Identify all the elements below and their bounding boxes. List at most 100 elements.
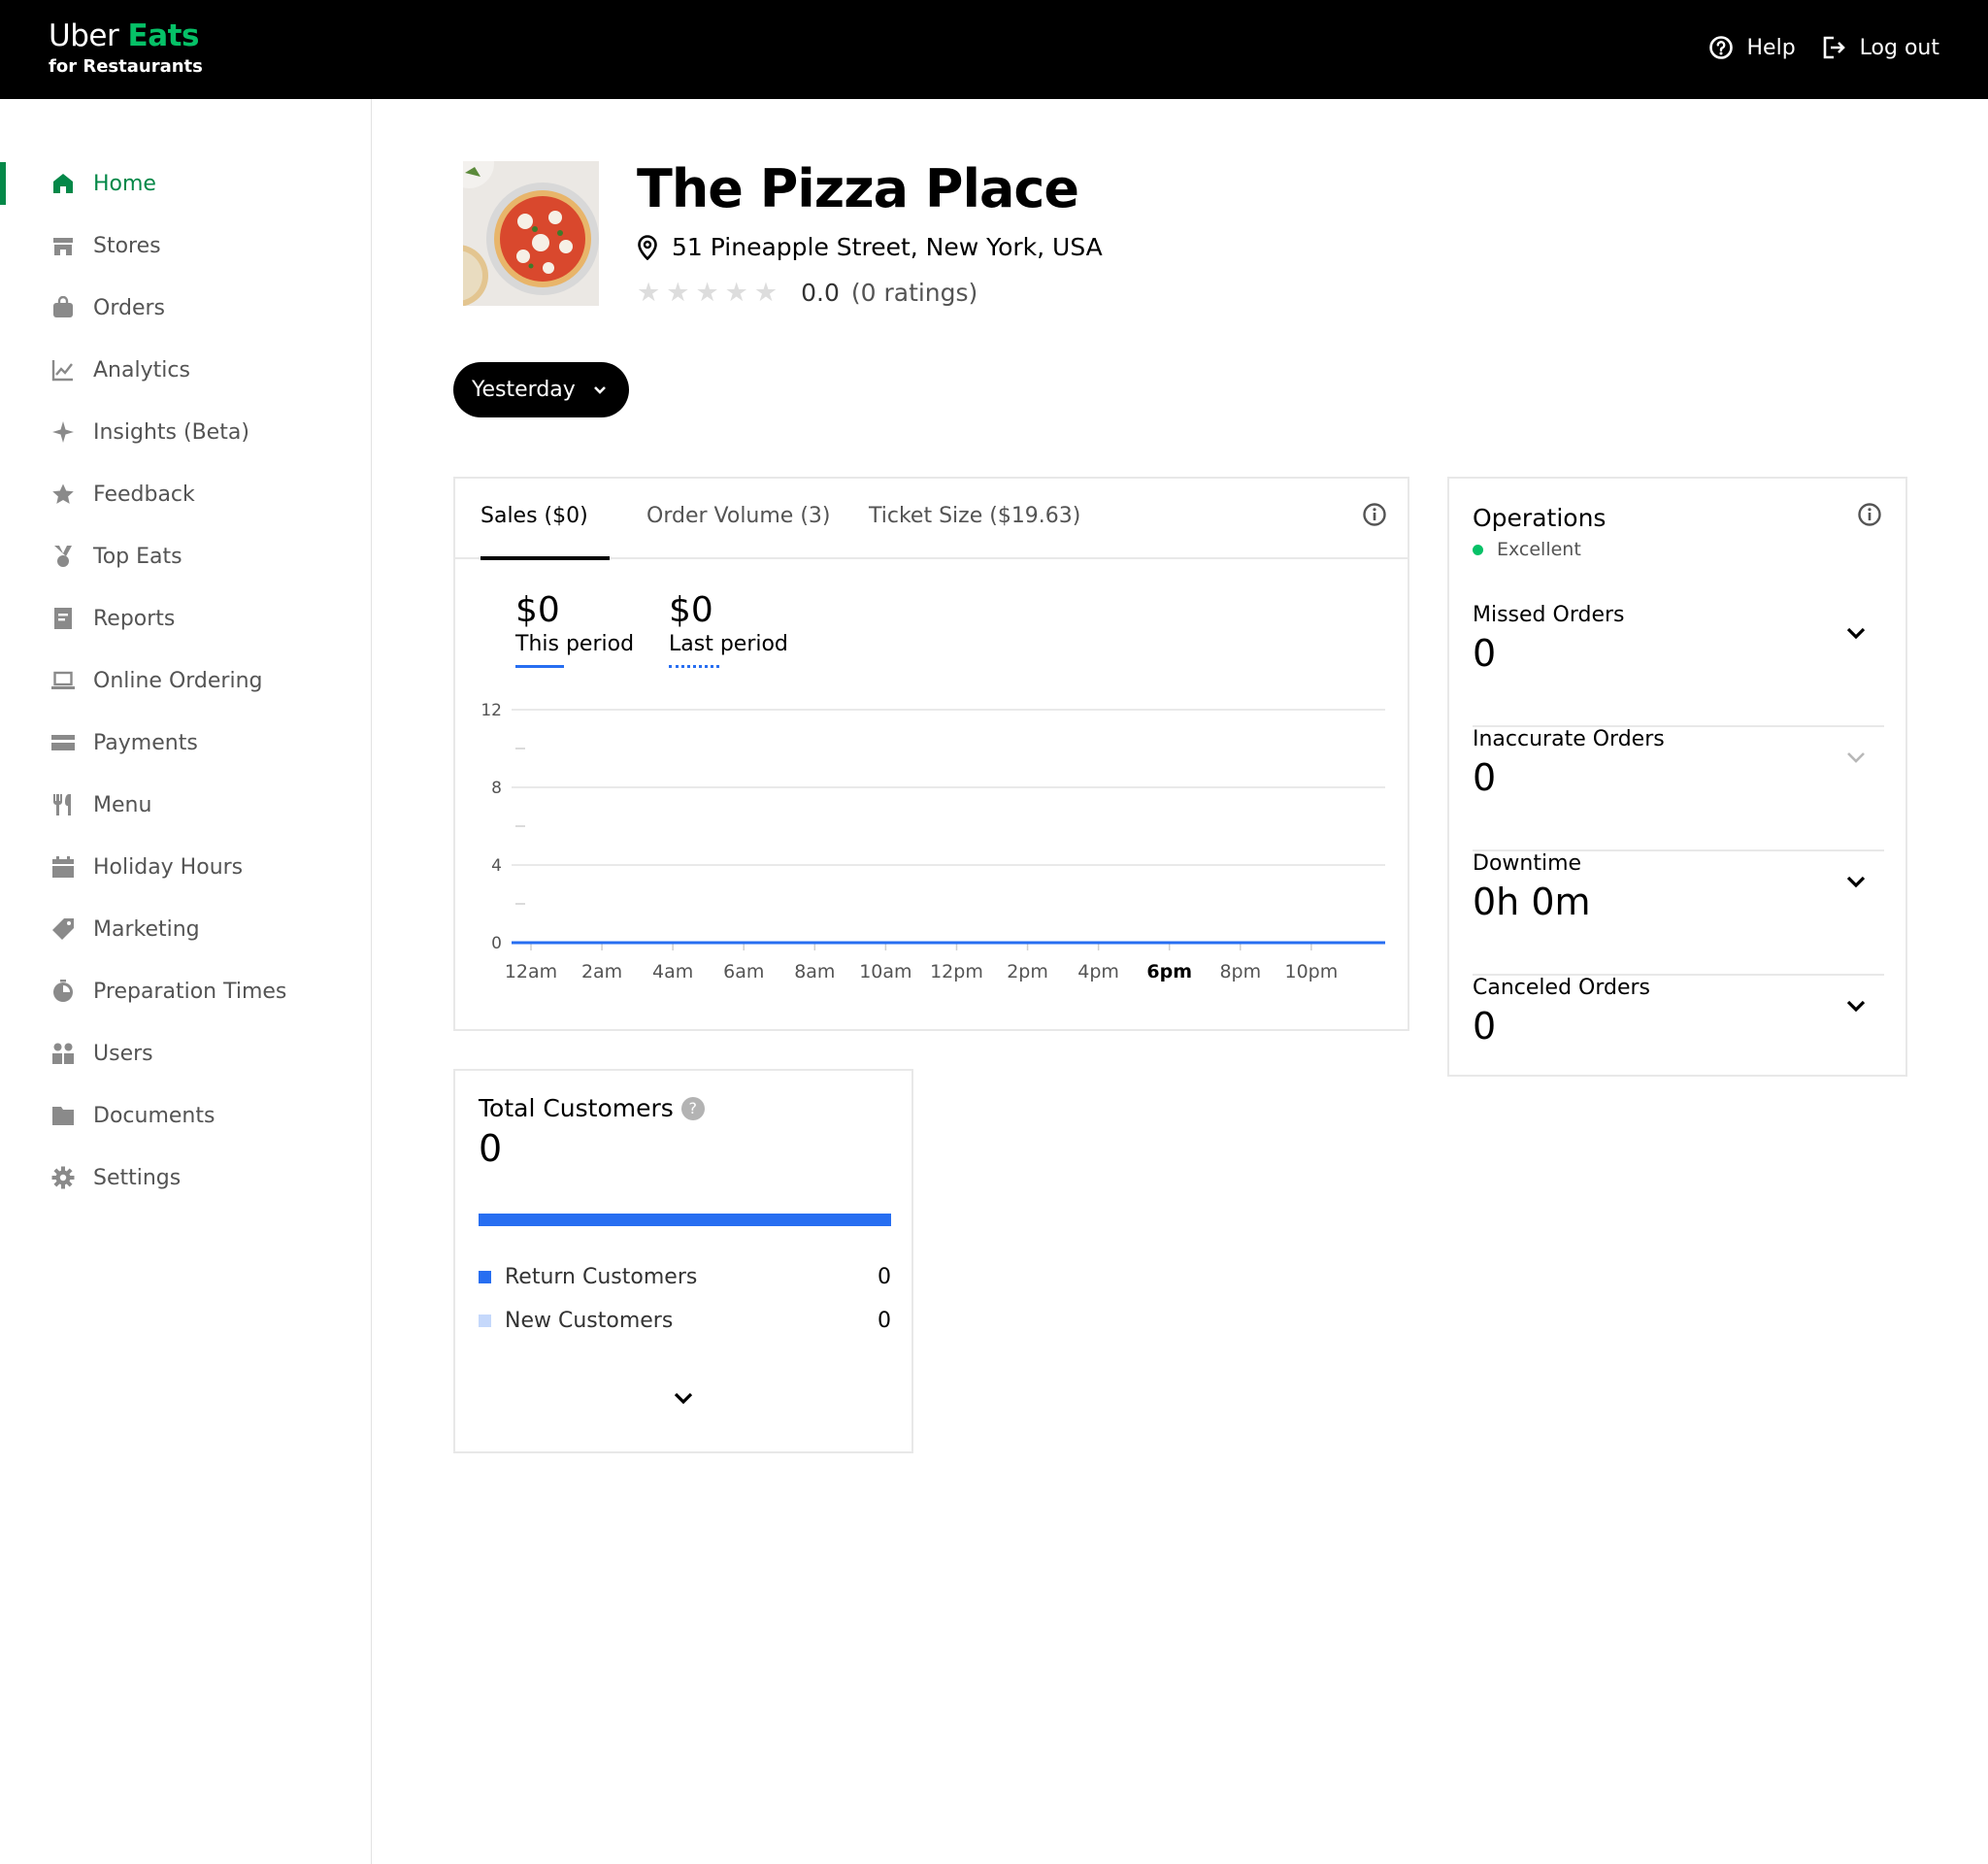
last-period-legend-line xyxy=(669,665,719,668)
sidebar-item-feedback[interactable]: Feedback xyxy=(0,467,371,521)
sidebar-item-users[interactable]: Users xyxy=(0,1026,371,1081)
star-icon: ★ xyxy=(695,278,719,308)
chevron-down-icon[interactable] xyxy=(1845,626,1867,640)
x-tick-label: 6am xyxy=(723,961,764,982)
info-icon[interactable] xyxy=(1362,502,1387,527)
chevron-down-icon[interactable] xyxy=(1845,999,1867,1013)
canceled-orders-value: 0 xyxy=(1473,1005,1497,1048)
active-tab-indicator xyxy=(480,556,610,560)
sidebar-item-orders[interactable]: Orders xyxy=(0,281,371,335)
total-customers-label: Total Customers xyxy=(479,1094,674,1122)
expand-chevron-icon[interactable] xyxy=(673,1391,694,1405)
star-icon: ★ xyxy=(724,278,748,308)
x-tick-label: 8pm xyxy=(1219,961,1261,982)
x-tick-label: 6pm xyxy=(1146,961,1192,982)
y-tick-label: 0 xyxy=(491,934,502,953)
sidebar-item-reports[interactable]: Reports xyxy=(0,591,371,646)
customers-distribution-bar xyxy=(479,1214,891,1226)
bag-icon xyxy=(50,295,76,320)
chevron-down-icon[interactable] xyxy=(1845,875,1867,888)
x-tick-label: 4pm xyxy=(1077,961,1119,982)
logout-label: Log out xyxy=(1859,35,1939,60)
return-customers-value: 0 xyxy=(878,1265,891,1289)
y-tick-label: 12 xyxy=(480,701,502,720)
store-icon xyxy=(50,233,76,258)
operations-status: Excellent xyxy=(1473,539,1581,560)
sidebar-item-marketing[interactable]: Marketing xyxy=(0,902,371,956)
info-icon[interactable] xyxy=(1857,502,1882,527)
sidebar-item-settings[interactable]: Settings xyxy=(0,1150,371,1205)
calendar-icon xyxy=(50,854,76,880)
new-customers-row: New Customers 0 xyxy=(479,1309,891,1333)
sidebar-item-menu[interactable]: Menu xyxy=(0,778,371,832)
sidebar: Home Stores Orders Analytics Insights (B… xyxy=(0,99,372,1864)
this-period-value: $0 xyxy=(515,590,560,630)
sidebar-item-label: Payments xyxy=(93,730,198,755)
sidebar-item-label: Preparation Times xyxy=(93,979,287,1004)
last-period-metric: $0 Last period xyxy=(669,591,788,668)
sidebar-item-holiday-hours[interactable]: Holiday Hours xyxy=(0,840,371,894)
x-tick-label: 4am xyxy=(652,961,693,982)
x-tick-label: 8am xyxy=(794,961,835,982)
store-name: The Pizza Place xyxy=(637,158,1079,219)
downtime-value: 0h 0m xyxy=(1473,881,1591,923)
downtime-row[interactable]: Downtime 0h 0m xyxy=(1473,851,1884,976)
canceled-orders-label: Canceled Orders xyxy=(1473,976,1651,1000)
logout-link[interactable]: Log out xyxy=(1821,35,1939,60)
total-customers-title: Total Customers ? xyxy=(479,1094,705,1122)
help-icon[interactable]: ? xyxy=(680,1096,705,1120)
sidebar-item-insights[interactable]: Insights (Beta) xyxy=(0,405,371,459)
sidebar-item-payments[interactable]: Payments xyxy=(0,716,371,770)
sidebar-item-label: Home xyxy=(93,171,156,196)
sidebar-item-stores[interactable]: Stores xyxy=(0,218,371,273)
store-address-text: 51 Pineapple Street, New York, USA xyxy=(672,233,1103,261)
operations-card: Operations Excellent Missed Orders 0 Ina… xyxy=(1447,477,1907,1077)
return-customers-label: Return Customers xyxy=(505,1265,698,1289)
this-period-legend-line xyxy=(515,665,564,668)
sidebar-item-label: Menu xyxy=(93,792,152,817)
sidebar-item-analytics[interactable]: Analytics xyxy=(0,343,371,397)
missed-orders-value: 0 xyxy=(1473,632,1497,675)
utensils-icon xyxy=(50,792,76,817)
date-filter-dropdown[interactable]: Yesterday xyxy=(453,362,629,417)
inaccurate-orders-row[interactable]: Inaccurate Orders 0 xyxy=(1473,727,1884,851)
location-pin-icon xyxy=(638,234,657,260)
help-link[interactable]: Help xyxy=(1708,35,1796,60)
uber-eats-logo[interactable]: Uber Eats for Restaurants xyxy=(49,17,203,78)
home-icon xyxy=(50,171,76,196)
sidebar-item-top-eats[interactable]: Top Eats xyxy=(0,529,371,583)
sidebar-item-label: Online Ordering xyxy=(93,668,263,693)
sidebar-item-online-ordering[interactable]: Online Ordering xyxy=(0,653,371,708)
star-icon: ★ xyxy=(753,278,779,308)
last-period-value: $0 xyxy=(669,590,713,630)
sidebar-item-label: Analytics xyxy=(93,357,190,383)
tab-ticket-size[interactable]: Ticket Size ($19.63) xyxy=(869,504,1080,528)
rating-stars: ★ ★ ★ ★ ★ xyxy=(637,278,783,308)
date-filter-label: Yesterday xyxy=(472,378,576,402)
card-icon xyxy=(50,730,76,755)
operations-title: Operations xyxy=(1473,504,1607,532)
laptop-icon xyxy=(50,668,76,693)
chevron-down-icon[interactable] xyxy=(1845,750,1867,764)
x-tick-label: 12am xyxy=(505,961,557,982)
tab-order-volume[interactable]: Order Volume (3) xyxy=(646,504,831,528)
sidebar-item-documents[interactable]: Documents xyxy=(0,1088,371,1143)
sidebar-item-home[interactable]: Home xyxy=(0,156,371,211)
tab-sales[interactable]: Sales ($0) xyxy=(480,504,588,528)
sidebar-item-preparation-times[interactable]: Preparation Times xyxy=(0,964,371,1018)
users-icon xyxy=(50,1041,76,1066)
total-customers-card: Total Customers ? 0 Return Customers 0 N… xyxy=(453,1069,913,1453)
missed-orders-row[interactable]: Missed Orders 0 xyxy=(1473,603,1884,727)
inaccurate-orders-label: Inaccurate Orders xyxy=(1473,727,1665,751)
sidebar-item-label: Reports xyxy=(93,606,176,631)
top-bar: Uber Eats for Restaurants Help Log out xyxy=(0,0,1988,99)
sidebar-item-label: Insights (Beta) xyxy=(93,419,249,445)
x-tick-label: 2pm xyxy=(1007,961,1048,982)
logo-eats: Eats xyxy=(127,18,200,53)
store-rating: ★ ★ ★ ★ ★ 0.0 (0 ratings) xyxy=(637,278,977,308)
sidebar-item-label: Holiday Hours xyxy=(93,854,244,880)
missed-orders-label: Missed Orders xyxy=(1473,603,1625,627)
canceled-orders-row[interactable]: Canceled Orders 0 xyxy=(1473,976,1884,1100)
award-icon xyxy=(50,544,76,569)
new-customers-label: New Customers xyxy=(505,1309,674,1333)
